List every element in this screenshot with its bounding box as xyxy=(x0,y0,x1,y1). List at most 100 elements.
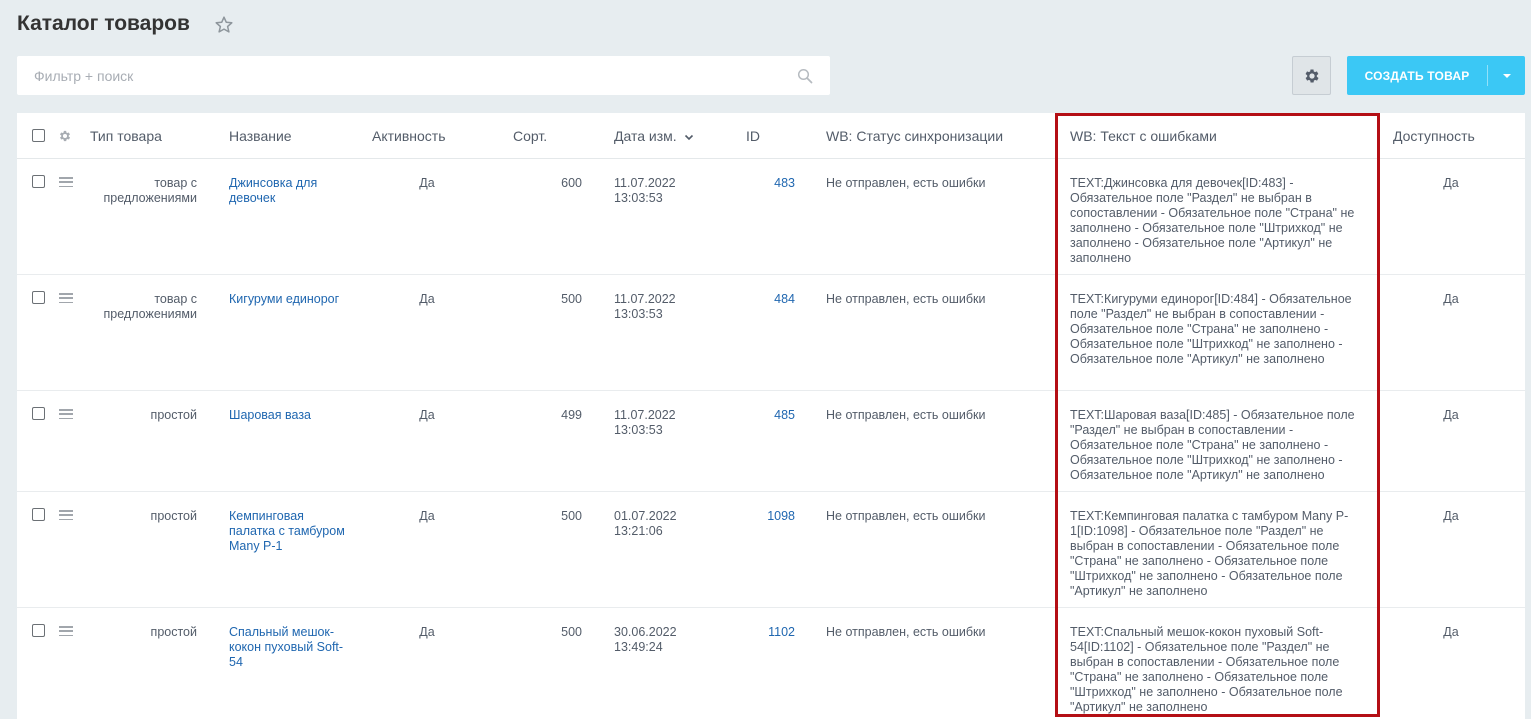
settings-button[interactable] xyxy=(1292,56,1331,95)
cell-name: Кигуруми единорог xyxy=(229,292,347,307)
cell-date-day: 30.06.2022 xyxy=(614,625,677,639)
row-checkbox[interactable] xyxy=(32,624,45,637)
cell-wb-status: Не отправлен, есть ошибки xyxy=(826,292,986,306)
drag-handle-icon[interactable] xyxy=(59,626,73,637)
row-checkbox[interactable] xyxy=(32,175,45,188)
select-all-checkbox[interactable] xyxy=(32,129,45,142)
product-grid: Тип товара Название Активность Сорт. Дат… xyxy=(17,113,1525,719)
cell-id: 485 xyxy=(735,408,795,423)
product-name-link[interactable]: Спальный мешок-кокон пуховый Soft-54 xyxy=(229,625,343,669)
create-product-button[interactable]: СОЗДАТЬ ТОВАР xyxy=(1347,56,1487,95)
cell-date-day: 01.07.2022 xyxy=(614,509,677,523)
cell-name: Кемпинговая палатка с тамбуром Many P-1 xyxy=(229,509,347,554)
cell-date-time: 13:03:53 xyxy=(614,191,663,205)
drag-handle-icon[interactable] xyxy=(59,510,73,521)
star-icon[interactable] xyxy=(214,15,234,35)
cell-date: 01.07.2022 13:21:06 xyxy=(614,509,704,539)
column-header-availability[interactable]: Доступность xyxy=(1393,128,1475,144)
cell-type: товар с предложениями xyxy=(103,292,197,321)
cell-name: Шаровая ваза xyxy=(229,408,347,423)
row-checkbox[interactable] xyxy=(32,291,45,304)
column-header-wb-errors[interactable]: WB: Текст с ошибками xyxy=(1070,128,1217,144)
create-product-button-group: СОЗДАТЬ ТОВАР xyxy=(1347,56,1525,95)
drag-handle-icon[interactable] xyxy=(59,293,73,304)
cell-type: простой xyxy=(150,408,197,422)
cell-date-day: 11.07.2022 xyxy=(614,176,676,190)
product-id-link[interactable]: 1102 xyxy=(768,625,795,639)
cell-active: Да xyxy=(419,176,435,190)
product-id-link[interactable]: 485 xyxy=(774,408,795,422)
table-row[interactable]: простой Спальный мешок-кокон пуховый Soft… xyxy=(17,608,1525,719)
cell-availability: Да xyxy=(1443,176,1459,190)
product-id-link[interactable]: 1098 xyxy=(767,509,795,523)
column-header-wb-status[interactable]: WB: Статус синхронизации xyxy=(826,128,1003,144)
product-name-link[interactable]: Джинсовка для девочек xyxy=(229,176,317,205)
column-header-type[interactable]: Тип товара xyxy=(90,128,162,144)
cell-id: 483 xyxy=(735,176,795,191)
search-icon[interactable] xyxy=(797,68,813,84)
drag-handle-icon[interactable] xyxy=(59,409,73,420)
cell-date: 30.06.2022 13:49:24 xyxy=(614,625,704,655)
table-row[interactable]: простой Шаровая ваза Да 499 11.07.2022 13:03:… xyxy=(17,391,1525,492)
product-name-link[interactable]: Шаровая ваза xyxy=(229,408,311,422)
table-row[interactable]: товар с предложениями Джинсовка для девоч… xyxy=(17,159,1525,275)
cell-wb-status: Не отправлен, есть ошибки xyxy=(826,176,986,190)
cell-date-time: 13:49:24 xyxy=(614,640,663,654)
cell-name: Спальный мешок-кокон пуховый Soft-54 xyxy=(229,625,347,670)
cell-availability: Да xyxy=(1443,625,1459,639)
cell-wb-errors: TEXT:Спальный мешок-кокон пуховый Soft-5… xyxy=(1070,625,1343,714)
cell-date-day: 11.07.2022 xyxy=(614,408,676,422)
cell-active: Да xyxy=(419,408,435,422)
table-row[interactable]: товар с предложениями Кигуруми единорог Да… xyxy=(17,275,1525,391)
cell-wb-errors: TEXT:Шаровая ваза[ID:485] - Обязательное… xyxy=(1070,408,1355,482)
filter-search-input[interactable] xyxy=(17,56,830,95)
cell-wb-status: Не отправлен, есть ошибки xyxy=(826,509,986,523)
table-row[interactable]: простой Кемпинговая палатка с тамбуром Ma… xyxy=(17,492,1525,608)
gear-icon xyxy=(1305,68,1319,83)
cell-wb-errors: TEXT:Кемпинговая палатка с тамбуром Many… xyxy=(1070,509,1349,598)
column-header-sort[interactable]: Сорт. xyxy=(513,128,547,144)
cell-date: 11.07.2022 13:03:53 xyxy=(614,176,704,206)
cell-availability: Да xyxy=(1443,408,1459,422)
cell-date-time: 13:21:06 xyxy=(614,524,663,538)
chevron-down-icon xyxy=(1502,73,1511,78)
cell-date-time: 13:03:53 xyxy=(614,307,663,321)
grid-header: Тип товара Название Активность Сорт. Дат… xyxy=(17,113,1525,159)
cell-date: 11.07.2022 13:03:53 xyxy=(614,408,704,438)
cell-type: простой xyxy=(150,509,197,523)
cell-date-time: 13:03:53 xyxy=(614,423,663,437)
cell-wb-status: Не отправлен, есть ошибки xyxy=(826,625,986,639)
cell-id: 1098 xyxy=(735,509,795,524)
drag-handle-icon[interactable] xyxy=(59,177,73,188)
cell-sort: 500 xyxy=(561,509,582,523)
cell-active: Да xyxy=(419,292,435,306)
cell-date-day: 11.07.2022 xyxy=(614,292,676,306)
page-title: Каталог товаров xyxy=(17,12,190,35)
cell-active: Да xyxy=(419,509,435,523)
column-header-name[interactable]: Название xyxy=(229,128,292,144)
cell-sort: 600 xyxy=(561,176,582,190)
cell-id: 1102 xyxy=(735,625,795,640)
product-id-link[interactable]: 483 xyxy=(774,176,795,190)
cell-type: простой xyxy=(150,625,197,639)
cell-wb-status: Не отправлен, есть ошибки xyxy=(826,408,986,422)
column-header-id[interactable]: ID xyxy=(746,128,760,144)
column-header-active[interactable]: Активность xyxy=(372,128,446,144)
cell-name: Джинсовка для девочек xyxy=(229,176,347,206)
product-id-link[interactable]: 484 xyxy=(774,292,795,306)
cell-wb-errors: TEXT:Джинсовка для девочек[ID:483] - Обя… xyxy=(1070,176,1355,265)
cell-type: товар с предложениями xyxy=(103,176,197,205)
row-checkbox[interactable] xyxy=(32,508,45,521)
product-name-link[interactable]: Кигуруми единорог xyxy=(229,292,339,306)
column-header-date-label: Дата изм. xyxy=(614,128,677,144)
product-name-link[interactable]: Кемпинговая палатка с тамбуром Many P-1 xyxy=(229,509,345,553)
column-settings-icon[interactable] xyxy=(58,129,72,143)
cell-sort: 500 xyxy=(561,625,582,639)
row-checkbox[interactable] xyxy=(32,407,45,420)
cell-availability: Да xyxy=(1443,509,1459,523)
create-product-dropdown[interactable] xyxy=(1488,56,1525,95)
filter-search-box[interactable] xyxy=(17,56,830,95)
cell-id: 484 xyxy=(735,292,795,307)
column-header-date[interactable]: Дата изм. xyxy=(614,128,694,144)
cell-wb-errors: TEXT:Кигуруми единорог[ID:484] - Обязате… xyxy=(1070,292,1352,366)
